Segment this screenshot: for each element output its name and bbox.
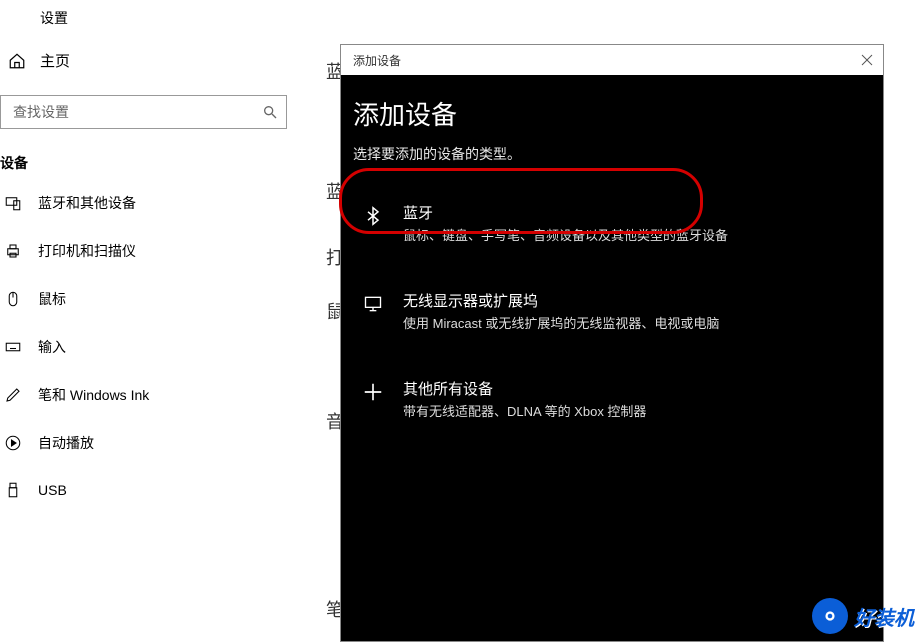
sidebar-item-mouse[interactable]: 鼠标 (0, 275, 300, 323)
dialog-heading: 添加设备 (353, 95, 871, 132)
option-title: 无线显示器或扩展坞 (403, 290, 719, 311)
usb-icon (4, 481, 22, 499)
sidebar-item-label: 鼠标 (38, 289, 66, 309)
sidebar-item-label: 打印机和扫描仪 (38, 241, 136, 261)
sidebar-item-printers[interactable]: 打印机和扫描仪 (0, 227, 300, 275)
sidebar-item-typing[interactable]: 输入 (0, 323, 300, 371)
sidebar-item-label: 笔和 Windows Ink (38, 385, 149, 405)
option-title: 其他所有设备 (403, 378, 646, 399)
option-title: 蓝牙 (403, 202, 728, 223)
watermark-text: 好装机 (854, 602, 914, 631)
option-desc: 使用 Miracast 或无线扩展坞的无线监视器、电视或电脑 (403, 313, 719, 332)
sidebar-item-label: USB (38, 482, 67, 498)
sidebar-item-label: 自动播放 (38, 433, 94, 453)
device-option-bluetooth[interactable]: 蓝牙 鼠标、键盘、手写笔、音频设备以及其他类型的蓝牙设备 (353, 192, 871, 254)
dialog-body: 添加设备 选择要添加的设备的类型。 蓝牙 鼠标、键盘、手写笔、音频设备以及其他类… (341, 75, 883, 641)
printer-icon (4, 242, 22, 260)
search-input[interactable]: 查找设置 (0, 95, 287, 129)
sidebar-item-autoplay[interactable]: 自动播放 (0, 419, 300, 467)
sidebar-item-usb[interactable]: USB (0, 467, 300, 513)
pen-icon (4, 386, 22, 404)
home-icon (8, 52, 26, 70)
search-placeholder: 查找设置 (13, 102, 262, 122)
bluetooth-devices-icon (4, 194, 22, 212)
display-icon (361, 292, 385, 316)
autoplay-icon (4, 434, 22, 452)
device-option-wireless-display[interactable]: 无线显示器或扩展坞 使用 Miracast 或无线扩展坞的无线监视器、电视或电脑 (353, 280, 871, 342)
sidebar-item-bluetooth[interactable]: 蓝牙和其他设备 (0, 179, 300, 227)
settings-sidebar: 设置 主页 查找设置 设备 蓝牙和其他设备 打印机和扫描仪 鼠标 (0, 0, 300, 642)
watermark: 好装机 (812, 598, 914, 634)
add-device-dialog: 添加设备 添加设备 选择要添加的设备的类型。 蓝牙 鼠标、键盘、手写笔、音频设备… (340, 44, 884, 642)
sidebar-category: 设备 (0, 153, 300, 173)
search-icon (262, 104, 278, 120)
sidebar-item-label: 蓝牙和其他设备 (38, 193, 136, 213)
settings-title: 设置 (0, 0, 300, 36)
keyboard-icon (4, 338, 22, 356)
settings-title-text: 设置 (40, 8, 68, 28)
device-option-everything-else[interactable]: 其他所有设备 带有无线适配器、DLNA 等的 Xbox 控制器 (353, 368, 871, 430)
bluetooth-icon (361, 204, 385, 228)
home-label: 主页 (40, 50, 70, 71)
sidebar-item-home[interactable]: 主页 (0, 36, 300, 85)
sidebar-item-label: 输入 (38, 337, 66, 357)
option-desc: 带有无线适配器、DLNA 等的 Xbox 控制器 (403, 401, 646, 420)
dialog-titlebar: 添加设备 (341, 45, 883, 75)
close-icon[interactable] (861, 54, 873, 66)
mouse-icon (4, 290, 22, 308)
plus-icon (361, 380, 385, 404)
watermark-logo-icon (812, 598, 848, 634)
dialog-titlebar-title: 添加设备 (353, 52, 401, 69)
option-desc: 鼠标、键盘、手写笔、音频设备以及其他类型的蓝牙设备 (403, 225, 728, 244)
sidebar-item-pen[interactable]: 笔和 Windows Ink (0, 371, 300, 419)
dialog-subheading: 选择要添加的设备的类型。 (353, 144, 871, 164)
